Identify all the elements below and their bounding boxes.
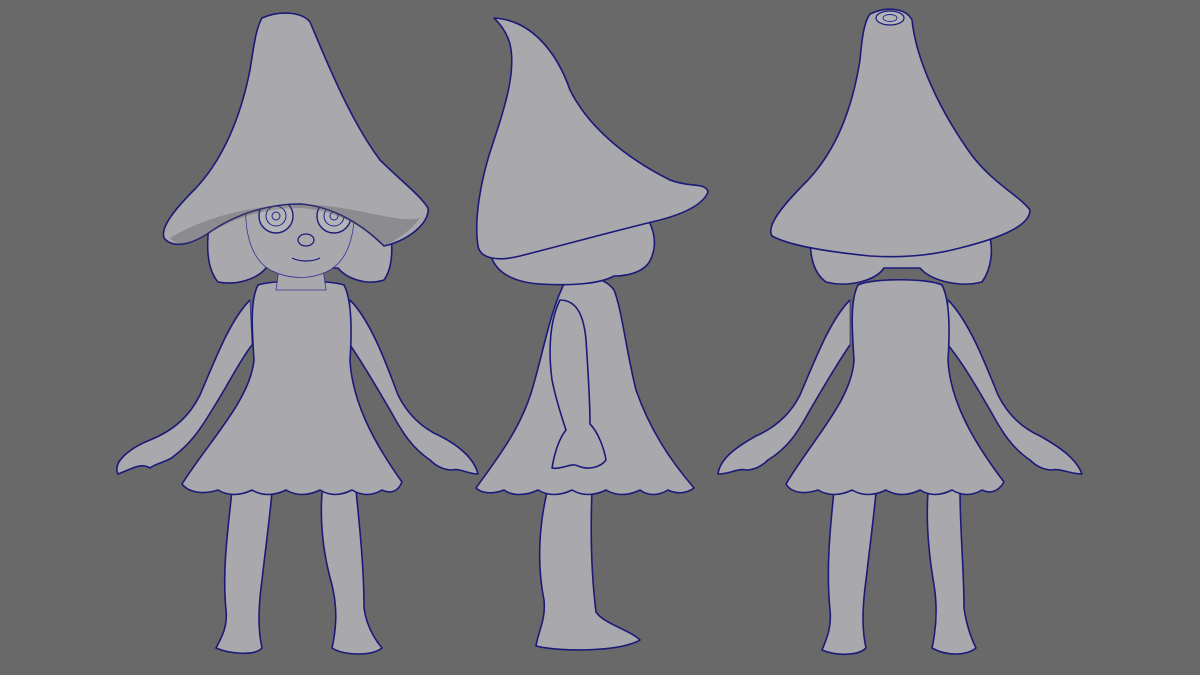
- front-right-leg: [321, 490, 382, 654]
- back-left-leg: [822, 490, 876, 655]
- front-view-model[interactable]: [116, 12, 479, 655]
- side-view-model[interactable]: [475, 17, 709, 651]
- back-hat: [770, 9, 1030, 257]
- viewport-canvas: [116, 8, 1083, 656]
- back-hat-tip: [875, 10, 905, 26]
- side-leg: [536, 488, 640, 650]
- back-view-model[interactable]: [717, 8, 1083, 656]
- modeling-viewport[interactable]: [0, 0, 1200, 675]
